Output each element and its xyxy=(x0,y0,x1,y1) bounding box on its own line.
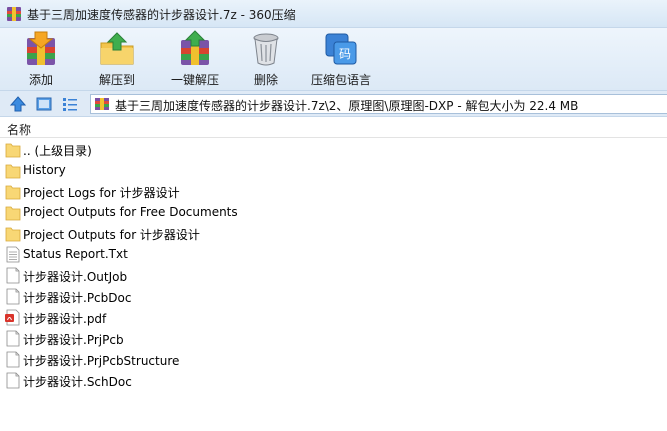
list-item-name: 计步器设计.SchDoc xyxy=(23,375,132,389)
folder-icon xyxy=(5,164,21,179)
file-icon xyxy=(6,351,20,368)
list-item[interactable]: Project Outputs for Free Documents xyxy=(0,202,667,223)
list-item[interactable]: History xyxy=(0,160,667,181)
up-arrow-icon[interactable] xyxy=(10,96,26,112)
file-icon xyxy=(6,372,20,389)
archive-file-icon xyxy=(95,98,109,110)
trash-icon xyxy=(253,33,279,66)
language-code-icon: 码 xyxy=(325,33,357,65)
list-item[interactable]: 计步器设计.PrjPcbStructure xyxy=(0,349,667,370)
list-item-name: 计步器设计.PrjPcb xyxy=(23,333,124,347)
list-item[interactable]: Project Outputs for 计步器设计 xyxy=(0,223,667,244)
title-bar: 基于三周加速度传感器的计步器设计.7z - 360压缩 xyxy=(0,0,667,28)
extract-to-button[interactable]: 解压到 xyxy=(90,30,144,88)
svg-text:码: 码 xyxy=(339,47,351,61)
folder-icon xyxy=(5,227,21,242)
main-toolbar: 添加 解压到 一键解压 删除 码 压缩包语言 xyxy=(0,28,667,90)
add-archive-icon xyxy=(27,31,55,65)
extract-folder-icon xyxy=(100,32,134,65)
list-item-name: History xyxy=(23,163,66,177)
extract-to-label: 解压到 xyxy=(98,73,135,87)
pdf-file-icon xyxy=(5,309,20,326)
list-item-name: Project Outputs for 计步器设计 xyxy=(23,228,200,242)
list-item-name: Project Outputs for Free Documents xyxy=(23,205,238,219)
details-view-icon[interactable] xyxy=(62,96,78,112)
list-item[interactable]: 计步器设计.SchDoc xyxy=(0,370,667,391)
list-item-name: Status Report.Txt xyxy=(23,247,128,261)
one-click-extract-label: 一键解压 xyxy=(170,73,219,87)
list-item-name: .. (上级目录) xyxy=(23,144,92,158)
archive-language-button[interactable]: 码 压缩包语言 xyxy=(308,30,374,88)
path-text: 基于三周加速度传感器的计步器设计.7z\2、原理图\原理图-DXP - 解包大小… xyxy=(115,99,579,113)
add-label: 添加 xyxy=(28,73,53,87)
window-title: 基于三周加速度传感器的计步器设计.7z - 360压缩 xyxy=(27,8,296,22)
file-icon xyxy=(6,288,20,305)
list-item[interactable]: Project Logs for 计步器设计 xyxy=(0,181,667,202)
one-click-extract-icon xyxy=(181,30,209,65)
list-item-name: 计步器设计.pdf xyxy=(23,312,107,326)
add-button[interactable]: 添加 xyxy=(14,30,68,88)
file-icon xyxy=(6,330,20,347)
list-item-name: Project Logs for 计步器设计 xyxy=(23,186,180,200)
column-header-row: 名称 xyxy=(0,117,667,138)
list-item-name: 计步器设计.OutJob xyxy=(23,270,128,284)
text-file-icon xyxy=(6,246,20,263)
delete-button[interactable]: 删除 xyxy=(244,30,288,88)
delete-label: 删除 xyxy=(253,73,278,87)
archive-app-icon xyxy=(7,7,21,21)
list-item[interactable]: Status Report.Txt xyxy=(0,244,667,265)
folder-icon xyxy=(5,143,21,158)
path-field[interactable]: 基于三周加速度传感器的计步器设计.7z\2、原理图\原理图-DXP - 解包大小… xyxy=(90,94,667,114)
archive-language-label: 压缩包语言 xyxy=(310,73,371,87)
list-item[interactable]: 计步器设计.PcbDoc xyxy=(0,286,667,307)
column-header-name[interactable]: 名称 xyxy=(7,121,31,138)
list-item[interactable]: 计步器设计.PrjPcb xyxy=(0,328,667,349)
file-icon xyxy=(6,267,20,284)
list-item[interactable]: 计步器设计.pdf xyxy=(0,307,667,328)
address-bar: 基于三周加速度传感器的计步器设计.7z\2、原理图\原理图-DXP - 解包大小… xyxy=(0,90,667,117)
list-item-name: 计步器设计.PrjPcbStructure xyxy=(23,354,180,368)
folder-icon xyxy=(5,206,21,221)
folder-icon xyxy=(5,185,21,200)
list-item-name: 计步器设计.PcbDoc xyxy=(23,291,132,305)
list-item[interactable]: .. (上级目录) xyxy=(0,139,667,160)
list-item[interactable]: 计步器设计.OutJob xyxy=(0,265,667,286)
file-list: .. (上级目录) History Project Logs for 计步器设计… xyxy=(0,139,667,431)
one-click-extract-button[interactable]: 一键解压 xyxy=(166,30,224,88)
large-icons-view-icon[interactable] xyxy=(36,96,52,112)
